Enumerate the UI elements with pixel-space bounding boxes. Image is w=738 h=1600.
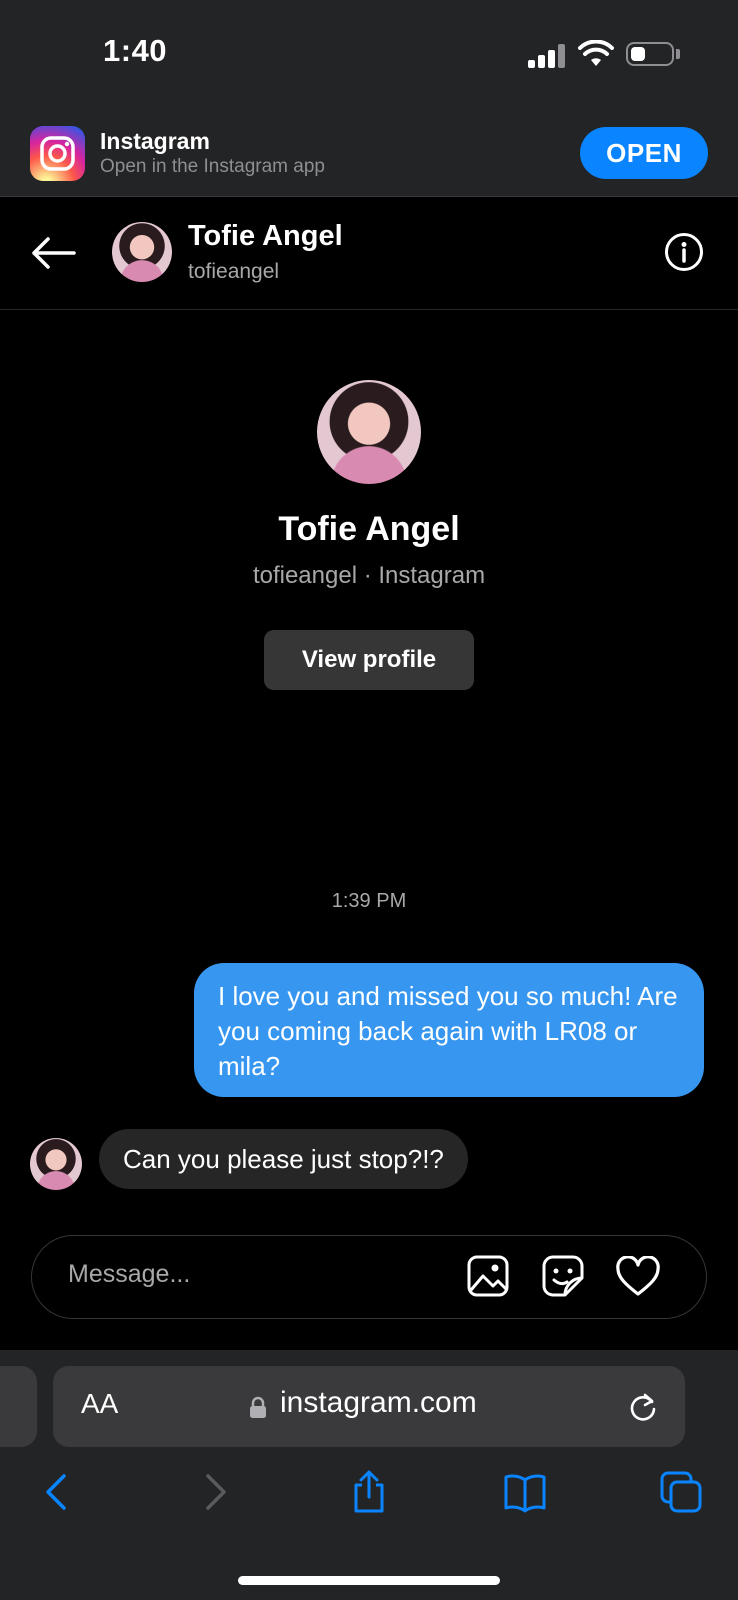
safari-back-icon[interactable] — [36, 1470, 80, 1514]
home-indicator — [238, 1576, 500, 1585]
tabs-icon[interactable] — [659, 1470, 703, 1514]
url-text[interactable]: instagram.com — [280, 1386, 477, 1420]
lock-icon — [250, 1396, 266, 1418]
profile-subtitle: tofieangel · Instagram — [252, 562, 486, 589]
profile-name: Tofie Angel — [278, 510, 460, 548]
share-icon[interactable] — [347, 1470, 391, 1514]
header-username: tofieangel — [188, 260, 280, 283]
heart-icon[interactable] — [615, 1256, 661, 1298]
message-timestamp: 1:39 PM — [331, 890, 407, 912]
cellular-signal-icon — [528, 44, 566, 68]
banner-subtitle: Open in the Instagram app — [100, 156, 325, 177]
chat-header — [0, 197, 738, 310]
incoming-message[interactable]: Can you please just stop?!? — [99, 1129, 468, 1189]
gallery-icon[interactable] — [466, 1254, 510, 1298]
profile-avatar[interactable] — [317, 380, 421, 484]
header-avatar[interactable] — [112, 222, 172, 282]
instagram-logo-icon — [30, 126, 85, 181]
outgoing-message[interactable]: I love you and missed you so much! Are y… — [194, 963, 704, 1097]
view-profile-button[interactable]: View profile — [264, 630, 474, 690]
wifi-icon — [578, 40, 614, 66]
reload-icon[interactable] — [628, 1392, 658, 1422]
previous-tab-peek[interactable] — [0, 1366, 37, 1447]
info-icon[interactable] — [664, 232, 704, 272]
open-app-button[interactable]: OPEN — [580, 127, 708, 179]
back-arrow-icon[interactable] — [30, 236, 76, 270]
message-input[interactable]: Message... — [68, 1260, 190, 1289]
status-time: 1:40 — [103, 33, 168, 68]
sender-avatar[interactable] — [30, 1138, 82, 1190]
battery-icon — [626, 42, 674, 66]
sticker-icon[interactable] — [541, 1254, 585, 1298]
header-name[interactable]: Tofie Angel — [188, 220, 343, 253]
banner-title: Instagram — [100, 128, 210, 154]
battery-tip — [676, 49, 680, 59]
text-size-button[interactable]: AA — [81, 1388, 118, 1420]
safari-forward-icon — [206, 1474, 226, 1510]
bookmarks-icon[interactable] — [503, 1470, 547, 1514]
